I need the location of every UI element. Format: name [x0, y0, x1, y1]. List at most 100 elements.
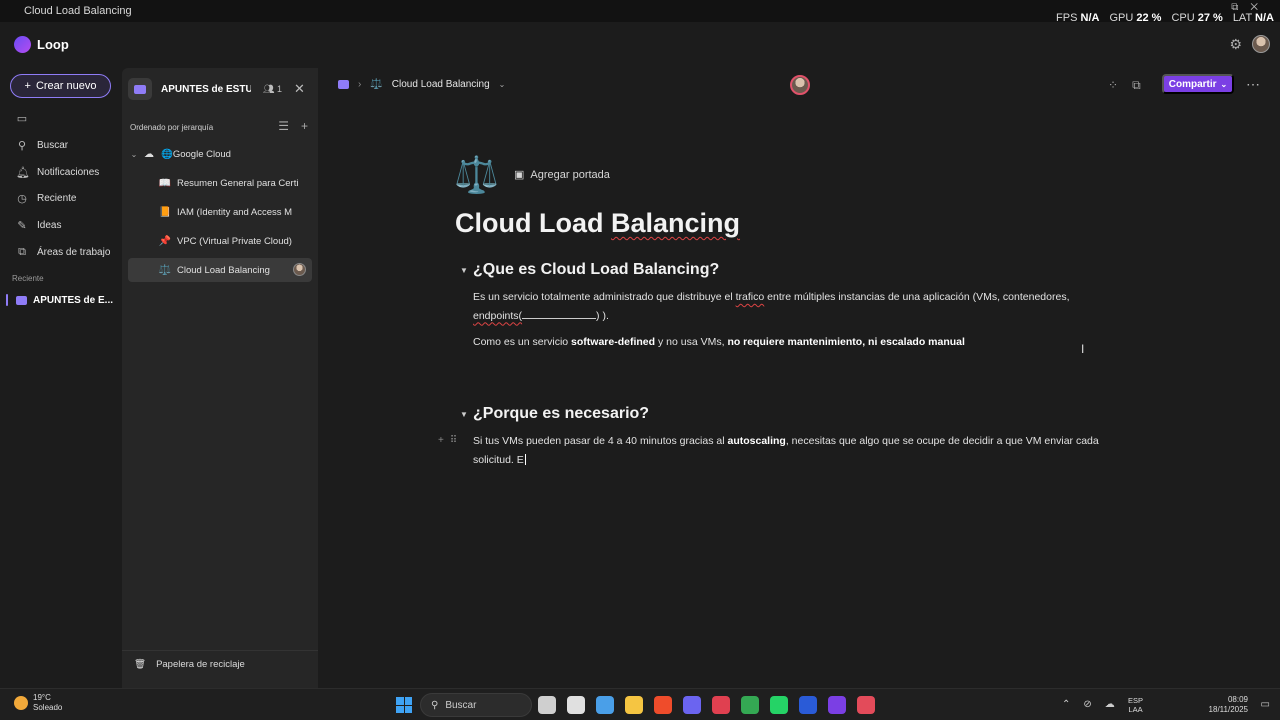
taskbar-app-icon[interactable]	[625, 696, 643, 714]
image-icon: ▣	[514, 169, 525, 181]
taskbar-app-icon[interactable]	[799, 696, 817, 714]
nav-toggle-panel[interactable]: ▭	[16, 112, 28, 125]
recent-workspace-label: APUNTES de E...	[33, 294, 114, 306]
taskbar-app-icon[interactable]	[538, 696, 556, 714]
cloud-sync-icon[interactable]: ☁	[1105, 699, 1115, 710]
nav-item-ideas[interactable]: ✎ Ideas	[16, 219, 61, 232]
tree-label: VPC (Virtual Private Cloud)	[177, 235, 292, 247]
share-button[interactable]: Compartir ⌄	[1162, 74, 1234, 94]
text-cursor-icon: I	[1081, 342, 1085, 356]
collapse-caret-icon[interactable]: ▼	[460, 410, 468, 419]
page-title[interactable]: Cloud Load Balancing	[455, 208, 740, 239]
tree-item-resumen[interactable]: 📖 Resumen General para Certi	[128, 171, 312, 195]
taskbar-app-icon[interactable]	[828, 696, 846, 714]
breadcrumb: › ⚖️ Cloud Load Balancing ⌄	[338, 79, 505, 90]
clock[interactable]: 08:09 18/11/2025	[1209, 695, 1248, 715]
cloud-icon: ☁	[144, 148, 154, 160]
tree-item-iam[interactable]: 📙 IAM (Identity and Access M	[128, 200, 312, 224]
tree-item-vpc[interactable]: 📌 VPC (Virtual Private Cloud)	[128, 229, 312, 253]
taskbar-search-label: Buscar	[445, 699, 477, 711]
page-emoji[interactable]: ⚖️	[454, 154, 499, 196]
section-heading[interactable]: ¿Porque es necesario?	[473, 405, 649, 423]
workspace-panel: APUNTES de ESTU... 👥︎ 1 ✕ Ordenado por j…	[122, 68, 318, 688]
paragraph[interactable]: Si tus VMs pueden pasar de 4 a 40 minuto…	[473, 432, 1103, 469]
close-icon[interactable]: ✕	[294, 81, 305, 97]
taskbar-app-icon[interactable]	[741, 696, 759, 714]
apps-icon[interactable]: ⁘	[1108, 78, 1118, 93]
workspaces-icon: ⧉	[18, 246, 26, 258]
weather-widget[interactable]: 19°C Soleado	[14, 693, 62, 713]
taskbar-app-icon[interactable]	[683, 696, 701, 714]
paragraph[interactable]: Como es un servicio software-defined y n…	[473, 333, 1103, 352]
more-options-icon[interactable]: ⋯	[1246, 76, 1260, 93]
text-run: ) ).	[596, 309, 609, 322]
network-icon[interactable]: ⊘	[1083, 699, 1091, 710]
workspace-icon[interactable]	[338, 80, 349, 89]
tree-emoji: 🌐	[161, 148, 173, 160]
language-indicator[interactable]: ESP LAA	[1128, 696, 1143, 714]
workspace-header: APUNTES de ESTU... 👥︎ 1 ✕	[128, 76, 312, 102]
nav-label-search: Buscar	[37, 140, 69, 151]
taskbar-search[interactable]: ⚲ Buscar	[420, 693, 532, 717]
taskbar-app-icon[interactable]	[596, 696, 614, 714]
search-icon: ⚲	[17, 140, 27, 152]
toolbar-icons: ⁘ ⧉	[1108, 78, 1141, 93]
nav-item-recent[interactable]: ◷ Reciente	[16, 192, 76, 205]
tree-label: Cloud Load Balancing	[177, 264, 270, 276]
paragraph[interactable]: Es un servicio totalmente administrado q…	[473, 288, 1103, 325]
taskbar-app-icon[interactable]	[712, 696, 730, 714]
section-heading[interactable]: ¿Que es Cloud Load Balancing?	[473, 261, 719, 279]
add-icon[interactable]: +	[301, 119, 308, 133]
taskbar-app-icon[interactable]	[654, 696, 672, 714]
sun-icon	[14, 696, 28, 710]
nav-label-notifications: Notificaciones	[37, 167, 100, 178]
filter-icon[interactable]: ☰	[278, 119, 289, 133]
tree-item-cloud-load-balancing[interactable]: ⚖️ Cloud Load Balancing	[128, 258, 312, 282]
breadcrumb-page[interactable]: Cloud Load Balancing	[392, 79, 490, 90]
tree-label: IAM (Identity and Access M	[177, 206, 293, 218]
recycle-bin[interactable]: 🗑︎ Papelera de reciclaje	[122, 650, 318, 678]
window-controls[interactable]: ⧉✕	[1231, 2, 1270, 13]
workspace-title[interactable]: APUNTES de ESTU...	[161, 84, 251, 95]
text-run: solicitud. E	[473, 453, 524, 466]
nav-item-workspaces[interactable]: ⧉ Áreas de trabajo	[16, 246, 110, 259]
collapse-caret-icon[interactable]: ▼	[460, 266, 468, 275]
gear-icon[interactable]: ⚙	[1229, 36, 1242, 53]
text-run: Es un servicio totalmente administrado q…	[473, 291, 736, 303]
scales-icon: ⚖️	[370, 79, 383, 90]
recent-workspace-item[interactable]: APUNTES de E...	[0, 292, 122, 308]
chevron-down-icon: ⌄	[1220, 79, 1228, 89]
app-logo[interactable]: Loop	[14, 36, 69, 53]
user-avatar[interactable]	[1252, 35, 1270, 53]
taskbar-app-icon[interactable]	[857, 696, 875, 714]
tree-label: Resumen General para Certi	[177, 177, 299, 189]
copy-component-icon[interactable]: ⧉	[1132, 78, 1141, 93]
avatar	[293, 263, 306, 276]
chevron-down-icon[interactable]: ⌄	[128, 150, 140, 159]
collaborator-avatar[interactable]	[790, 75, 810, 95]
members-button[interactable]: 👥︎ 1	[263, 84, 282, 95]
workspace-icon[interactable]	[128, 78, 152, 100]
chevron-up-icon[interactable]: ⌃	[1062, 699, 1070, 710]
drag-handle-icon[interactable]: +⠿	[438, 435, 463, 446]
text-run: Si tus VMs pueden pasar de 4 a 40 minuto…	[473, 435, 728, 447]
tree-item-google-cloud[interactable]: ⌄ ☁ 🌐 Google Cloud	[128, 142, 312, 166]
members-count: 1	[276, 83, 282, 94]
create-new-button[interactable]: + Crear nuevo	[10, 74, 111, 98]
keyboard-layout: LAA	[1128, 705, 1143, 714]
notification-icon[interactable]: ▭	[1261, 699, 1270, 710]
add-cover-button[interactable]: ▣ Agregar portada	[514, 168, 610, 182]
taskbar-app-icon[interactable]	[770, 696, 788, 714]
search-icon: ⚲	[431, 699, 439, 711]
nav-item-search[interactable]: ⚲ Buscar	[16, 139, 68, 152]
add-cover-label: Agregar portada	[530, 168, 610, 181]
nav-item-notifications[interactable]: 🔔︎ Notificaciones	[16, 166, 99, 179]
book-icon: 📖	[158, 177, 172, 189]
start-button[interactable]	[396, 697, 412, 713]
nav-label-ideas: Ideas	[37, 220, 62, 231]
document-area: › ⚖️ Cloud Load Balancing ⌄ ⁘ ⧉ Comparti…	[322, 68, 1280, 688]
chevron-down-icon[interactable]: ⌄	[499, 80, 506, 89]
taskbar-app-icon[interactable]	[567, 696, 585, 714]
language-code: ESP	[1128, 696, 1144, 705]
share-label: Compartir	[1168, 78, 1217, 90]
